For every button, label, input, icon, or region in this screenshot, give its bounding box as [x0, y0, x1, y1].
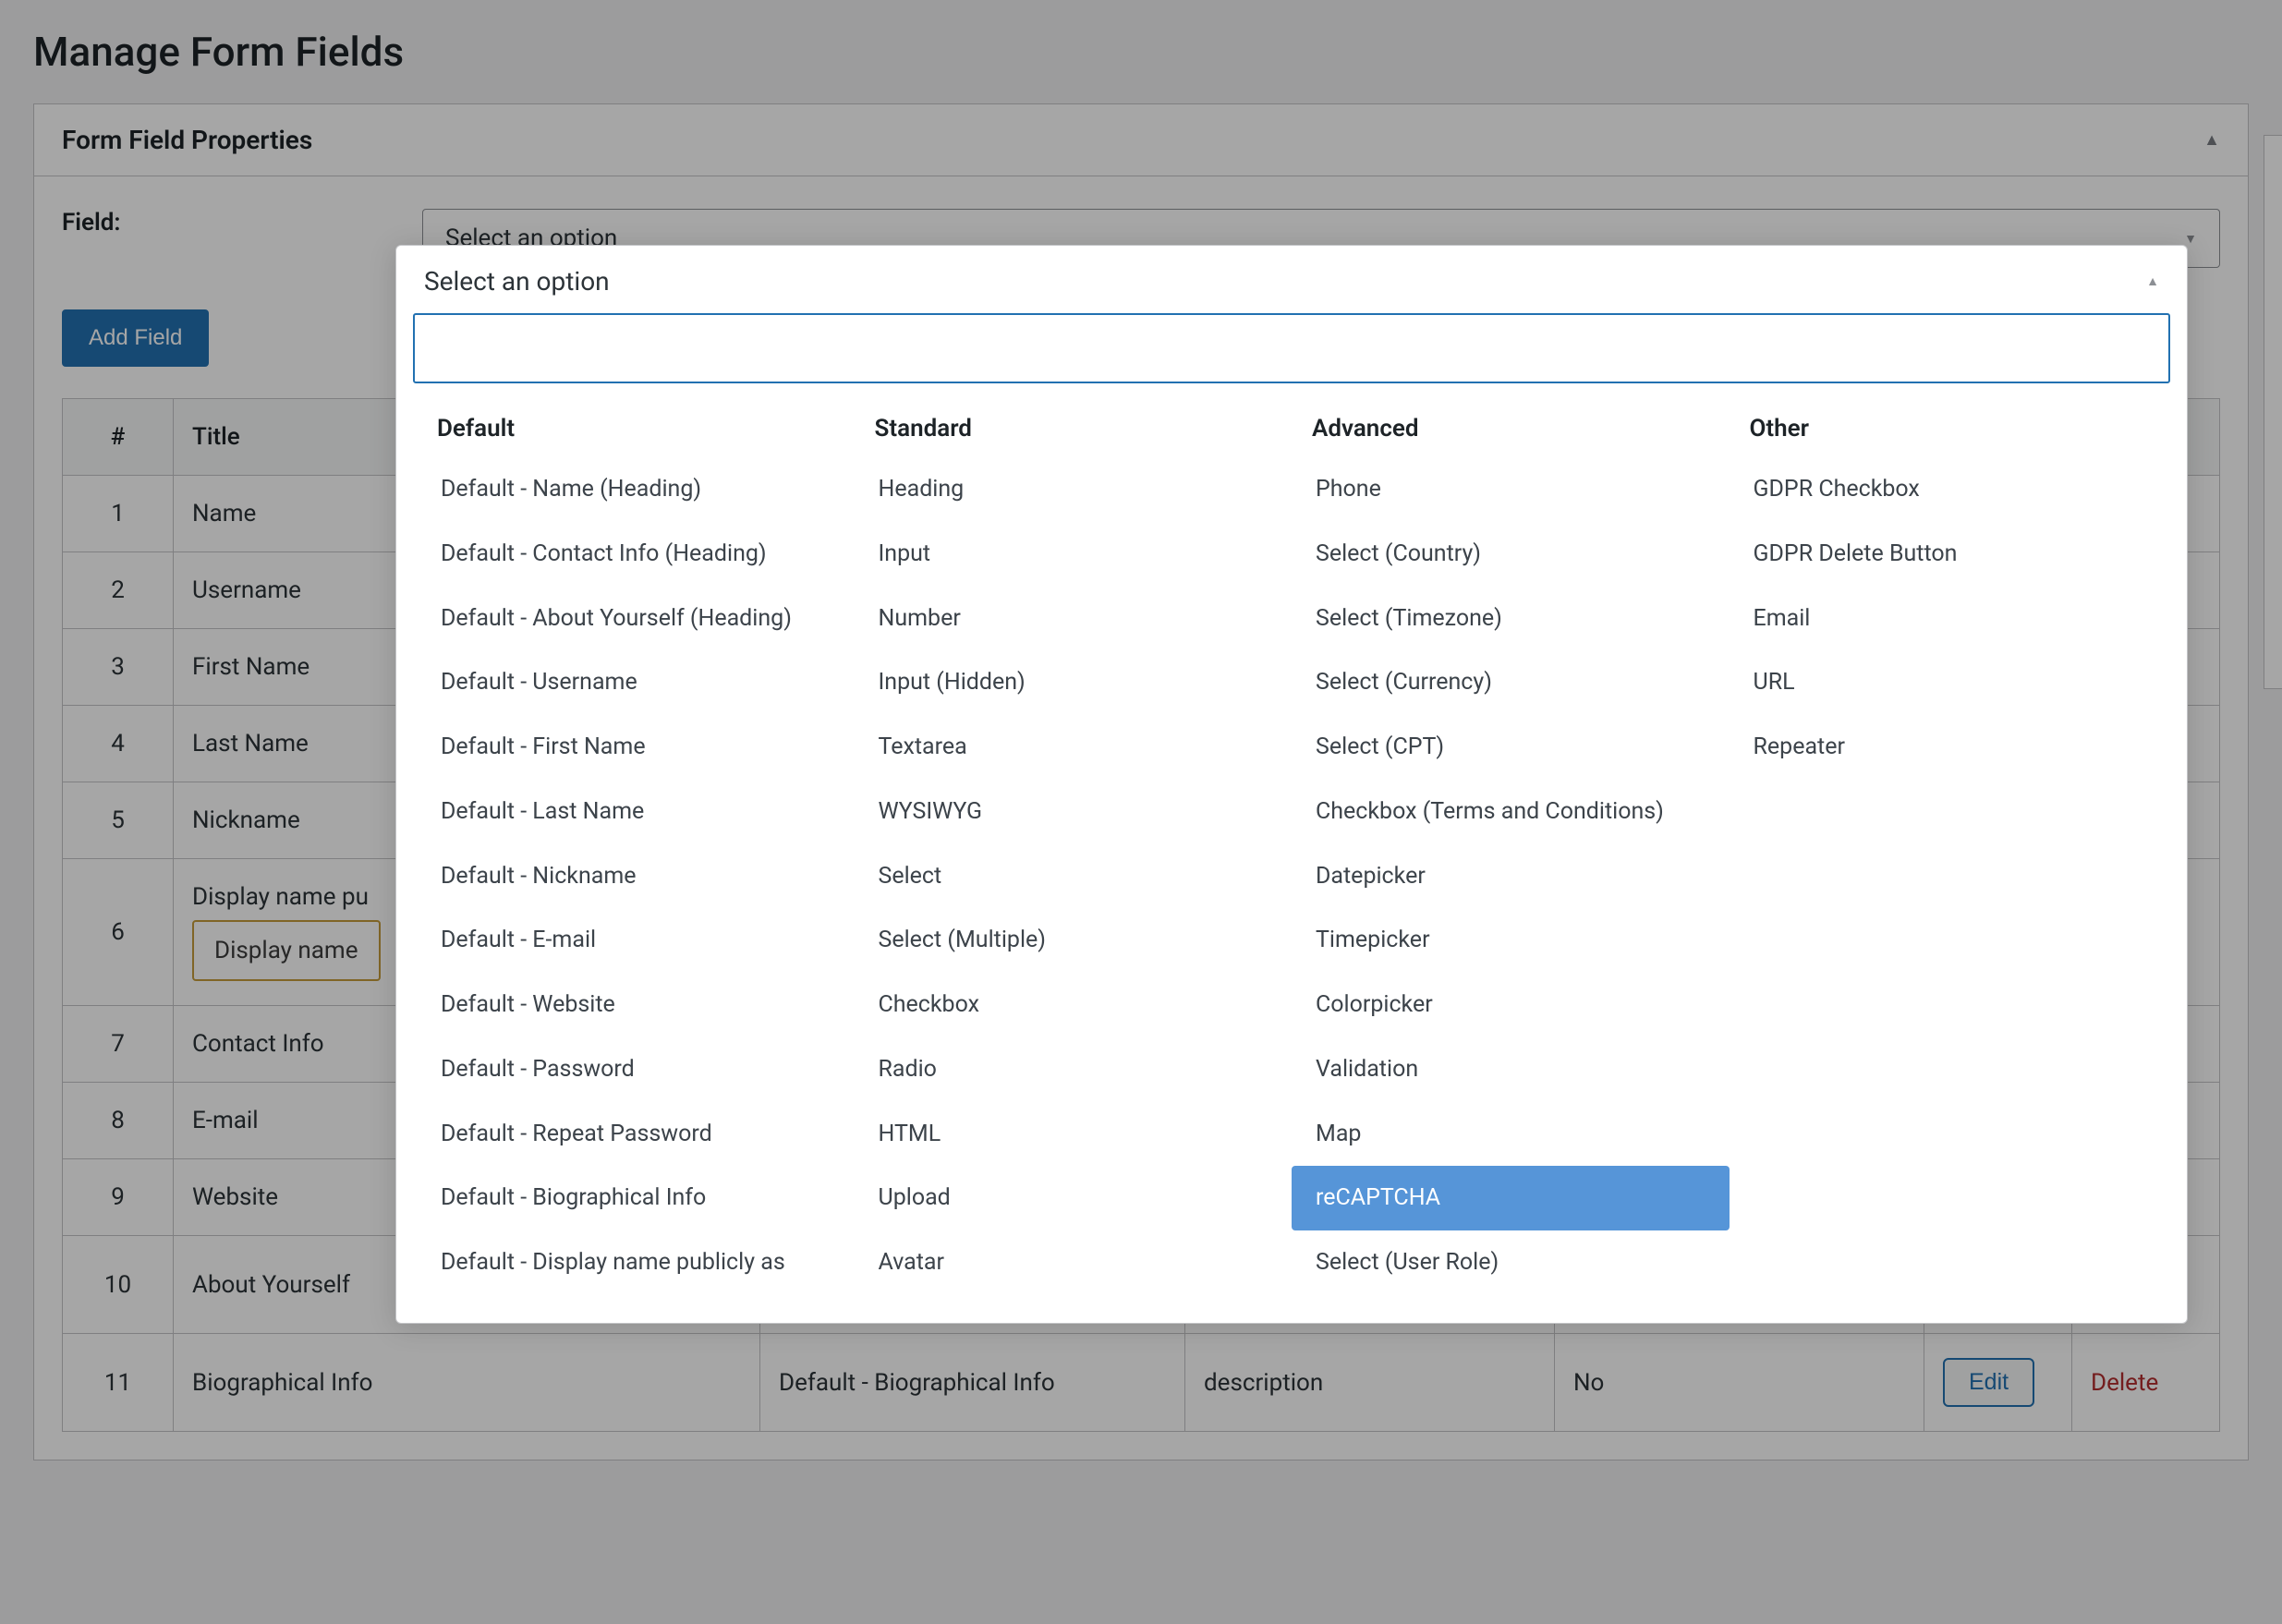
dropdown-option[interactable]: Radio	[855, 1037, 1293, 1102]
dropdown-option[interactable]: Default - E-mail	[417, 908, 855, 973]
dropdown-option[interactable]: Default - Repeat Password	[417, 1102, 855, 1167]
dropdown-option[interactable]: Default - About Yourself (Heading)	[417, 587, 855, 651]
side-info-panel	[2264, 135, 2282, 689]
row-num: 1	[63, 476, 174, 552]
row-num: 8	[63, 1083, 174, 1159]
dropdown-option[interactable]: Default - First Name	[417, 715, 855, 780]
row-meta: description	[1185, 1334, 1555, 1432]
dropdown-option[interactable]: Email	[1730, 587, 2167, 651]
dropdown-option[interactable]: GDPR Delete Button	[1730, 522, 2167, 587]
page-title: Manage Form Fields	[33, 28, 2249, 76]
dropdown-option[interactable]: Colorpicker	[1292, 973, 1730, 1037]
dropdown-option[interactable]: Phone	[1292, 457, 1730, 522]
dropdown-option[interactable]: Default - Name (Heading)	[417, 457, 855, 522]
row-num: 9	[63, 1159, 174, 1236]
row-num: 7	[63, 1006, 174, 1083]
row-num: 6	[63, 859, 174, 1006]
row-type: Default - Biographical Info	[760, 1334, 1185, 1432]
dropdown-option[interactable]: Heading	[855, 457, 1293, 522]
dropdown-option[interactable]: reCAPTCHA	[1292, 1166, 1730, 1230]
row-num: 3	[63, 629, 174, 706]
dropdown-option[interactable]: Default - Username	[417, 650, 855, 715]
dropdown-option[interactable]: Default - Biographical Info	[417, 1166, 855, 1230]
dropdown-group: OtherGDPR CheckboxGDPR Delete ButtonEmai…	[1730, 400, 2167, 1295]
dropdown-option[interactable]: Default - Display name publicly as	[417, 1230, 855, 1295]
dropdown-option[interactable]: Default - Contact Info (Heading)	[417, 522, 855, 587]
dropdown-option[interactable]: Input	[855, 522, 1293, 587]
dropdown-option[interactable]: HTML	[855, 1102, 1293, 1167]
field-type-dropdown: Select an option ▲ DefaultDefault - Name…	[395, 245, 2188, 1324]
dropdown-option[interactable]: Default - Last Name	[417, 780, 855, 844]
dropdown-option[interactable]: Default - Nickname	[417, 844, 855, 909]
field-label: Field:	[62, 209, 127, 236]
edit-button[interactable]: Edit	[1943, 1358, 2034, 1407]
panel-header[interactable]: Form Field Properties ▲	[34, 104, 2248, 176]
row-num: 10	[63, 1236, 174, 1334]
add-field-button[interactable]: Add Field	[62, 309, 209, 367]
dropdown-group-label: Default	[417, 400, 855, 457]
chevron-up-icon: ▲	[2146, 273, 2159, 289]
dropdown-heading: Select an option	[424, 266, 610, 297]
delete-link[interactable]: Delete	[2091, 1369, 2158, 1397]
dropdown-option[interactable]: Avatar	[855, 1230, 1293, 1295]
dropdown-option[interactable]: Checkbox (Terms and Conditions)	[1292, 780, 1730, 844]
dropdown-option[interactable]: Textarea	[855, 715, 1293, 780]
dropdown-option[interactable]: Select (CPT)	[1292, 715, 1730, 780]
dropdown-option[interactable]: Datepicker	[1292, 844, 1730, 909]
dropdown-group: StandardHeadingInputNumberInput (Hidden)…	[855, 400, 1293, 1295]
dropdown-option[interactable]: Checkbox	[855, 973, 1293, 1037]
dropdown-option[interactable]: Select	[855, 844, 1293, 909]
dropdown-group-label: Advanced	[1292, 400, 1730, 457]
dropdown-option[interactable]: Timepicker	[1292, 908, 1730, 973]
dropdown-search-input[interactable]	[413, 313, 2170, 383]
row-required: No	[1555, 1334, 1924, 1432]
dropdown-option[interactable]: Number	[855, 587, 1293, 651]
dropdown-option[interactable]: URL	[1730, 650, 2167, 715]
dropdown-group-label: Standard	[855, 400, 1293, 457]
table-row: 11Biographical InfoDefault - Biographica…	[63, 1334, 2220, 1432]
dropdown-option[interactable]: Default - Website	[417, 973, 855, 1037]
dropdown-option[interactable]: WYSIWYG	[855, 780, 1293, 844]
display-name-input[interactable]: Display name	[192, 920, 381, 981]
dropdown-option[interactable]: Upload	[855, 1166, 1293, 1230]
dropdown-header[interactable]: Select an option ▲	[396, 246, 2187, 313]
row-num: 4	[63, 706, 174, 782]
dropdown-option[interactable]: Repeater	[1730, 715, 2167, 780]
row-edit-cell: Edit	[1924, 1334, 2072, 1432]
row-num: 11	[63, 1334, 174, 1432]
dropdown-group-label: Other	[1730, 400, 2167, 457]
dropdown-group: DefaultDefault - Name (Heading)Default -…	[417, 400, 855, 1295]
dropdown-option[interactable]: Input (Hidden)	[855, 650, 1293, 715]
dropdown-option[interactable]: Select (Multiple)	[855, 908, 1293, 973]
dropdown-option[interactable]: Select (User Role)	[1292, 1230, 1730, 1295]
col-num: #	[63, 399, 174, 476]
row-num: 2	[63, 552, 174, 629]
dropdown-option[interactable]: Select (Country)	[1292, 522, 1730, 587]
dropdown-option[interactable]: Validation	[1292, 1037, 1730, 1102]
row-title: Biographical Info	[174, 1334, 760, 1432]
panel-title: Form Field Properties	[62, 125, 312, 155]
dropdown-option[interactable]: Select (Currency)	[1292, 650, 1730, 715]
dropdown-group: AdvancedPhoneSelect (Country)Select (Tim…	[1292, 400, 1730, 1295]
chevron-down-icon: ▼	[2184, 231, 2197, 247]
dropdown-option[interactable]: Select (Timezone)	[1292, 587, 1730, 651]
collapse-icon[interactable]: ▲	[2203, 130, 2220, 150]
dropdown-option[interactable]: Map	[1292, 1102, 1730, 1167]
dropdown-option[interactable]: Default - Password	[417, 1037, 855, 1102]
row-delete-cell: Delete	[2072, 1334, 2220, 1432]
row-num: 5	[63, 782, 174, 859]
dropdown-option[interactable]: GDPR Checkbox	[1730, 457, 2167, 522]
